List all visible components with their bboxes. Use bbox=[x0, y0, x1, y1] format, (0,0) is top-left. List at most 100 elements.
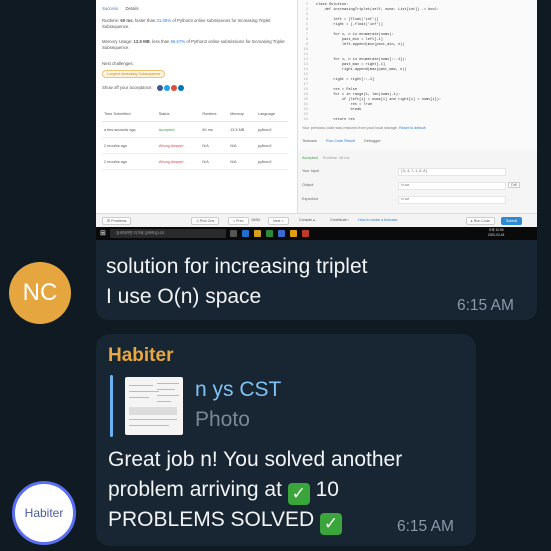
console-tabs: Testcase Run Code Result Debugger bbox=[302, 139, 389, 143]
explorer-icon[interactable] bbox=[254, 230, 261, 237]
code-line[interactable]: 10 bbox=[298, 48, 316, 52]
reply-thumbnail[interactable] bbox=[125, 377, 183, 435]
col-runtime: Runtime bbox=[200, 107, 229, 122]
expected-label: Expected bbox=[302, 197, 318, 201]
problems-button[interactable]: ☰ Problems bbox=[102, 217, 132, 225]
reply-type: Photo bbox=[195, 408, 250, 431]
app-icon[interactable] bbox=[302, 230, 309, 237]
result-runtime: Runtime: 48 ms bbox=[322, 156, 350, 160]
table-row[interactable]: 2 months ago Wrong Answer N/A N/A python… bbox=[102, 137, 288, 154]
status-wrong[interactable]: Wrong Answer bbox=[156, 153, 201, 170]
col-memory: Memory bbox=[228, 107, 256, 122]
code-line[interactable]: 4 left = [float('inf')] bbox=[298, 18, 379, 22]
page-indicator: 16/54 bbox=[251, 218, 260, 222]
message-time: 6:15 AM bbox=[457, 297, 514, 314]
taskbar-search[interactable]: 검색하려면 여기에 입력하십시오. bbox=[110, 229, 226, 238]
code-line[interactable]: 5 right = [-float('inf')] bbox=[298, 23, 383, 27]
col-status: Status bbox=[156, 107, 201, 122]
output-field: true bbox=[398, 182, 506, 190]
code-line[interactable]: 22 break bbox=[298, 108, 362, 112]
code-line[interactable]: 11 bbox=[298, 53, 316, 57]
testcase-help-link[interactable]: How to create a testcase bbox=[358, 218, 398, 222]
expected-field: true bbox=[398, 196, 506, 204]
code-line[interactable]: 23 bbox=[298, 113, 316, 117]
code-line[interactable]: 21 res = True bbox=[298, 103, 372, 107]
code-line[interactable]: 2 def increasingTriplet(self, nums: List… bbox=[298, 8, 439, 12]
reply-author[interactable]: n ys CST bbox=[195, 378, 281, 402]
windows-taskbar: ⊞ 검색하려면 여기에 입력하십시오. 오후 10:55 2020-03-18 bbox=[96, 227, 537, 240]
tab-testcase[interactable]: Testcase bbox=[302, 139, 317, 143]
reset-link[interactable]: Reset to default bbox=[399, 126, 426, 130]
memory-stat: Memory Usage: 13.5 MB, less than 66.67% … bbox=[102, 39, 285, 50]
pick-one-button[interactable]: ⤭ Pick One bbox=[191, 217, 220, 225]
code-line[interactable]: 18 res = False bbox=[298, 88, 357, 92]
sender-name[interactable]: Habiter bbox=[108, 345, 173, 367]
console-toggle[interactable]: Console ▴ bbox=[299, 218, 315, 222]
avatar[interactable]: NC bbox=[9, 262, 71, 324]
twitter-icon[interactable] bbox=[163, 85, 170, 91]
runtime-stat: Runtime: 60 ms, faster than 31.05% of Py… bbox=[102, 18, 271, 29]
output-label: Output bbox=[302, 183, 314, 187]
result-tabs: Success Details bbox=[102, 6, 145, 11]
tab-details[interactable]: Details bbox=[125, 6, 138, 11]
code-line[interactable]: 17 bbox=[298, 83, 316, 87]
windows-start-icon[interactable]: ⊞ bbox=[100, 229, 106, 237]
code-line[interactable]: 8 past_min = left[-1] bbox=[298, 38, 383, 42]
table-row[interactable]: 2 months ago Wrong Answer N/A N/A python… bbox=[102, 153, 288, 170]
tab-run-code-result[interactable]: Run Code Result bbox=[326, 139, 355, 143]
next-button[interactable]: Next > bbox=[268, 217, 289, 225]
code-line[interactable]: 14 right.append(max(past_max, n)) bbox=[298, 68, 407, 72]
leetcode-result-panel: Success Details Runtime: 60 ms, faster t… bbox=[96, 0, 297, 213]
message-time: 6:15 AM bbox=[397, 518, 454, 535]
submissions-table: Time Submitted Status Runtime Memory Lan… bbox=[102, 107, 288, 170]
submit-button[interactable]: Submit bbox=[501, 217, 523, 225]
tab-success[interactable]: Success bbox=[102, 6, 118, 11]
your-input-label: Your input bbox=[302, 169, 319, 173]
col-language: Language bbox=[255, 107, 288, 122]
linkedin-icon[interactable] bbox=[177, 85, 184, 91]
result-status: Accepted bbox=[302, 156, 318, 160]
your-input-field[interactable]: [5,4,7,1,6,8] bbox=[398, 168, 506, 176]
tab-debugger[interactable]: Debugger bbox=[364, 139, 381, 143]
code-line[interactable]: 7 for x, n in enumerate(nums): bbox=[298, 33, 394, 37]
runtime-value: 60 ms bbox=[120, 18, 133, 23]
facebook-icon[interactable] bbox=[156, 85, 163, 91]
check-mark-icon: ✓ bbox=[320, 513, 343, 535]
screenshot-photo[interactable]: Success Details Runtime: 60 ms, faster t… bbox=[96, 0, 537, 240]
app-icon[interactable] bbox=[278, 230, 285, 237]
chrome-icon[interactable] bbox=[290, 230, 297, 237]
code-editor-panel[interactable]: 1 class Solution: 2 def increasingTriplet(… bbox=[297, 0, 537, 213]
edge-icon[interactable] bbox=[242, 230, 249, 237]
code-line[interactable]: 1 class Solution: bbox=[298, 3, 349, 7]
status-wrong[interactable]: Wrong Answer bbox=[156, 137, 201, 154]
diff-button[interactable]: Diff bbox=[508, 182, 520, 188]
store-icon[interactable] bbox=[266, 230, 273, 237]
code-line[interactable]: 15 bbox=[298, 73, 316, 77]
code-line[interactable]: 12 for x, n in enumerate(nums[::-1]): bbox=[298, 58, 407, 62]
taskbar-clock[interactable]: 오후 10:55 2020-03-18 bbox=[488, 228, 504, 238]
prev-button[interactable]: < Prev bbox=[228, 217, 249, 225]
code-line[interactable]: 9 left.append(min(past_min, n)) bbox=[298, 43, 405, 47]
col-time: Time Submitted bbox=[102, 107, 157, 122]
code-line[interactable]: 13 past_max = right[-1] bbox=[298, 63, 385, 67]
run-result-area: Accepted Runtime: 48 ms Your input [5,4,… bbox=[298, 150, 537, 213]
table-row[interactable]: a few seconds ago Accepted 60 ms 13.5 MB… bbox=[102, 121, 288, 138]
reply-quote-bar bbox=[110, 375, 113, 437]
run-code-button[interactable]: ▸ Run Code bbox=[466, 217, 495, 225]
check-mark-icon: ✓ bbox=[287, 483, 310, 505]
code-line[interactable]: 3 bbox=[298, 13, 316, 17]
status-accepted[interactable]: Accepted bbox=[156, 121, 201, 138]
code-line[interactable]: 19 for i in range(1, len(nums)-1): bbox=[298, 93, 400, 97]
contribute-link[interactable]: Contribute i bbox=[330, 218, 348, 222]
storage-note: Your previous code was restored from you… bbox=[302, 126, 426, 130]
share-row: Show off your acceptance: bbox=[102, 85, 185, 91]
task-view-icon[interactable] bbox=[230, 230, 237, 237]
google-plus-icon[interactable] bbox=[170, 85, 177, 91]
code-line[interactable]: 20 if (left[i] < nums[i] and right[i] > … bbox=[298, 98, 441, 102]
leetcode-bottom-bar: ☰ Problems ⤭ Pick One < Prev 16/54 Next … bbox=[96, 213, 537, 227]
code-line[interactable]: 6 bbox=[298, 28, 316, 32]
avatar[interactable]: Habiter bbox=[12, 481, 76, 545]
code-line[interactable]: 16 right = right[::-1] bbox=[298, 78, 375, 82]
code-line[interactable]: 24 return res bbox=[298, 118, 355, 122]
challenge-tag[interactable]: Longest Increasing Subsequence bbox=[102, 70, 166, 78]
